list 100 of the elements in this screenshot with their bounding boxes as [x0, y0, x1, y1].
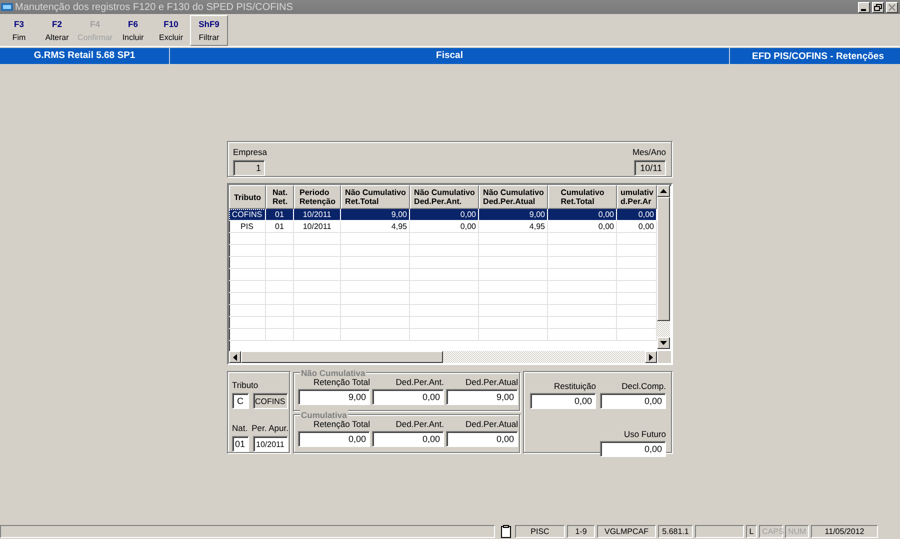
table-cell — [548, 245, 617, 257]
table-cell — [294, 269, 341, 281]
amount-field[interactable]: 0,00 — [298, 431, 370, 447]
table-cell — [294, 293, 341, 305]
screen-name: EFD PIS/COFINS - Retenções — [751, 50, 885, 62]
table-cell: PIS — [229, 221, 266, 233]
amount-field[interactable]: 9,00 — [446, 389, 518, 405]
field-label: Mes/Ano — [632, 147, 666, 157]
table-cell — [341, 281, 410, 293]
table-cell — [479, 329, 548, 341]
status-indicator: 5.681.1 — [658, 525, 693, 538]
field-label: Uso Futuro — [624, 429, 666, 439]
column-header[interactable]: Periodo Retenção — [294, 185, 341, 209]
toolbar-button[interactable]: F2 Alterar — [38, 15, 76, 46]
status-indicator: L — [746, 525, 757, 538]
table-cell: 4,95 — [341, 221, 410, 233]
horizontal-scrollbar[interactable] — [229, 351, 657, 363]
table-cell: 0,00 — [410, 209, 479, 221]
table-cell — [341, 233, 410, 245]
vertical-scrollbar[interactable] — [657, 185, 670, 349]
table-cell — [548, 233, 617, 245]
scrollbar-thumb[interactable] — [241, 351, 443, 363]
table-row[interactable]: COFINS 01 10/2011 9,00 0,00 9,00 0,00 0,00 — [229, 209, 657, 221]
table-cell — [266, 329, 294, 341]
table-cell: 0,00 — [410, 221, 479, 233]
window-title: Manutenção dos registros F120 e F130 do SPED PIS/COFINS — [15, 2, 294, 12]
table-cell — [341, 305, 410, 317]
table-cell: 9,00 — [341, 209, 410, 221]
table-cell — [548, 329, 617, 341]
table-cell: 0,00 — [548, 221, 617, 233]
table-cell — [266, 317, 294, 329]
table-cell: 4,95 — [479, 221, 548, 233]
scroll-left-button[interactable] — [229, 351, 241, 363]
company-field[interactable]: 1 — [233, 160, 265, 176]
table-cell — [410, 317, 479, 329]
table-row[interactable]: PIS 01 10/2011 4,95 0,00 4,95 0,00 0,00 — [229, 221, 657, 233]
column-header[interactable]: Não Cumulativo Ded.Per.Atual — [479, 185, 548, 209]
tax-code-field[interactable]: C — [232, 393, 249, 409]
group-title: Cumulativa — [300, 410, 348, 420]
column-header[interactable]: Não Cumulativo Ded.Per.Ant. — [410, 185, 479, 209]
column-header[interactable]: Nat. Ret. — [266, 185, 294, 209]
table-cell — [294, 281, 341, 293]
table-cell: COFINS — [229, 209, 266, 221]
amount-field[interactable]: 0,00 — [600, 441, 666, 457]
amount-field[interactable]: 9,00 — [298, 389, 370, 405]
amount-field[interactable]: 0,00 — [600, 393, 666, 409]
table-cell — [229, 293, 266, 305]
table-cell — [294, 305, 341, 317]
field-label: Per. Apur. — [252, 423, 288, 433]
arrow-down-icon — [660, 341, 667, 345]
status-indicator: CAPS — [759, 525, 783, 538]
minimize-button[interactable] — [858, 2, 870, 12]
nature-field[interactable]: 01 — [232, 436, 249, 452]
toolbar-button[interactable]: F6 Incluir — [114, 15, 152, 46]
toolbar-button[interactable]: ShF9 Filtrar — [190, 15, 228, 46]
amount-field[interactable]: 0,00 — [446, 431, 518, 447]
arrow-left-icon — [233, 354, 237, 360]
amount-field[interactable]: 0,00 — [530, 393, 596, 409]
table-cell — [266, 257, 294, 269]
table-cell — [266, 269, 294, 281]
product-version: G.RMS Retail 5.68 SP1 — [0, 48, 170, 64]
field-label: Retenção Total — [313, 419, 370, 429]
module-name: Fiscal — [170, 48, 730, 64]
table-cell — [479, 305, 548, 317]
scrollbar-thumb[interactable] — [657, 197, 670, 321]
period-field[interactable]: 10/2011 — [253, 436, 288, 452]
scroll-down-button[interactable] — [657, 337, 670, 349]
scroll-right-button[interactable] — [645, 351, 657, 363]
close-icon — [888, 4, 896, 10]
column-header[interactable]: umulativ d.Per.Ar — [617, 185, 657, 209]
toolbar-button[interactable]: F3 Fim — [0, 15, 38, 46]
field-label: Ded.Per.Atual — [466, 377, 518, 387]
toolbar-button[interactable]: F10 Excluir — [152, 15, 190, 46]
table-cell — [548, 281, 617, 293]
status-indicator: VGLMPCAF — [597, 525, 656, 538]
table-cell — [548, 269, 617, 281]
column-header[interactable]: Cumulativo Ret.Total — [548, 185, 617, 209]
status-indicator: 1-9 — [567, 525, 595, 538]
table-cell — [479, 281, 548, 293]
table-cell: 9,00 — [479, 209, 548, 221]
amount-field[interactable]: 0,00 — [372, 431, 444, 447]
column-header[interactable]: Não Cumulativo Ret.Total — [341, 185, 410, 209]
table-cell — [229, 329, 266, 341]
arrow-up-icon — [660, 189, 667, 193]
table-cell: 01 — [266, 221, 294, 233]
table-cell — [479, 293, 548, 305]
restore-icon — [874, 4, 882, 10]
column-header[interactable]: Tributo — [229, 185, 266, 209]
close-button[interactable] — [886, 2, 898, 12]
table-cell — [229, 257, 266, 269]
table-cell — [410, 257, 479, 269]
table-cell — [479, 317, 548, 329]
restore-button[interactable] — [872, 2, 884, 12]
scroll-up-button[interactable] — [657, 185, 670, 197]
status-indicator: PISC — [515, 525, 565, 538]
month-year-field[interactable]: 10/11 — [634, 160, 666, 176]
amount-field[interactable]: 0,00 — [372, 389, 444, 405]
field-label: Ded.Per.Ant. — [396, 419, 444, 429]
table-cell — [548, 293, 617, 305]
field-label: Nat. — [232, 423, 248, 433]
